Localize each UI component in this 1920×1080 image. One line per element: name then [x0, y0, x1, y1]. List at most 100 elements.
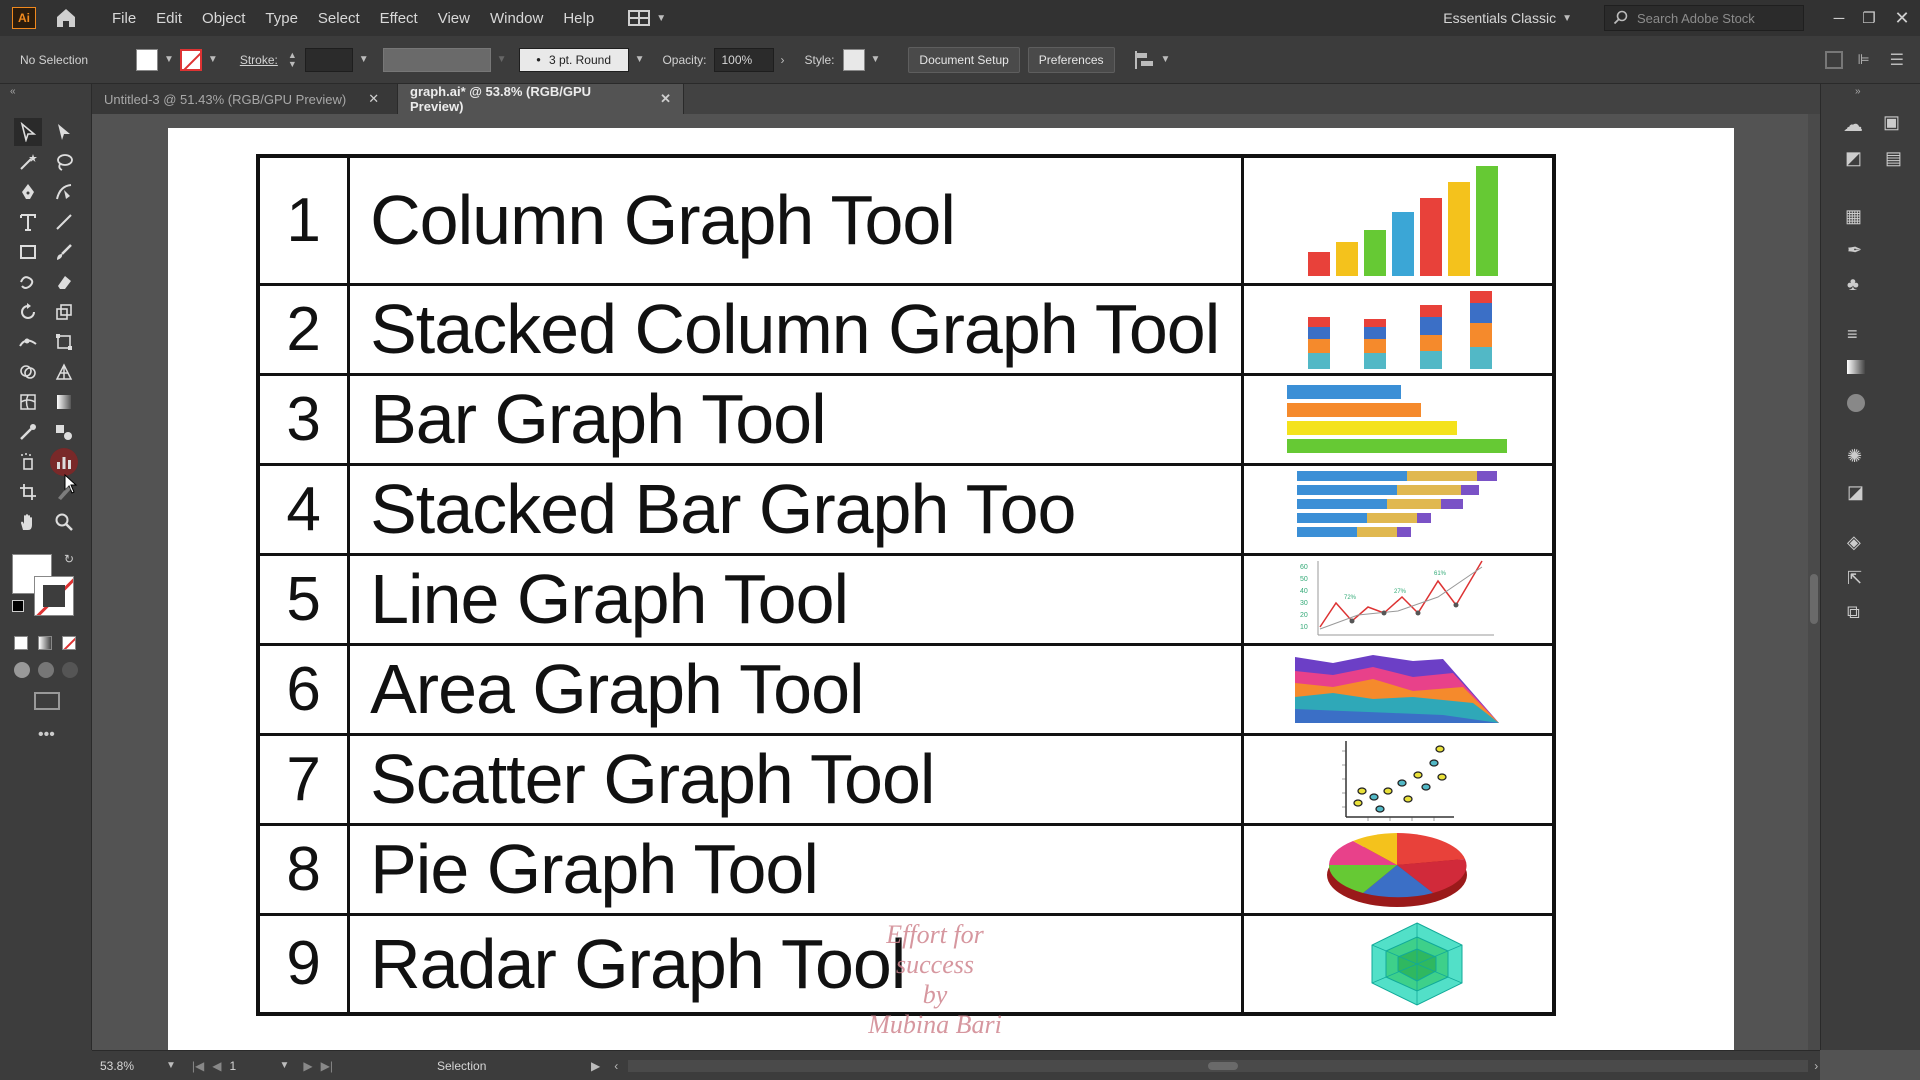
close-icon[interactable]: ✕ [1884, 8, 1920, 29]
last-artboard-icon[interactable]: ▶| [321, 1059, 333, 1073]
horizontal-scrollbar[interactable] [628, 1059, 1809, 1072]
brushes-icon[interactable]: ✒ [1847, 240, 1862, 261]
collapse-icon[interactable]: « [10, 86, 16, 97]
transparency-icon[interactable] [1847, 394, 1865, 412]
stock-search[interactable]: Search Adobe Stock [1604, 5, 1804, 31]
export-icon[interactable]: ⇱ [1847, 568, 1862, 589]
line-segment-tool-icon[interactable] [50, 208, 78, 236]
perspective-grid-tool-icon[interactable] [50, 358, 78, 386]
libraries-icon[interactable]: ☁ [1843, 112, 1867, 136]
panel-menu-icon[interactable]: ☰ [1890, 50, 1904, 70]
zoom-tool-icon[interactable] [50, 508, 78, 536]
paintbrush-tool-icon[interactable] [50, 238, 78, 266]
search-input[interactable]: Search Adobe Stock [1637, 11, 1755, 26]
pen-tool-icon[interactable] [14, 178, 42, 206]
color-guide-icon[interactable]: ◩ [1845, 148, 1862, 169]
symbol-sprayer-tool-icon[interactable] [14, 448, 42, 476]
properties-icon[interactable]: ▣ [1883, 112, 1907, 136]
symbols-icon[interactable]: ♣ [1847, 274, 1859, 295]
chevron-down-icon[interactable]: ▼ [280, 1060, 290, 1071]
menu-type[interactable]: Type [255, 10, 308, 27]
scrollbar-thumb[interactable] [1810, 574, 1818, 624]
shaper-tool-icon[interactable] [14, 268, 42, 296]
align-icon[interactable] [1134, 50, 1155, 70]
gradient-panel-icon[interactable] [1847, 360, 1865, 374]
menu-file[interactable]: File [102, 10, 146, 27]
variable-width-profile[interactable] [382, 47, 491, 72]
close-icon[interactable]: ✕ [660, 91, 671, 107]
hand-tool-icon[interactable] [14, 508, 42, 536]
zoom-field[interactable]: 53.8% [100, 1059, 160, 1073]
chevron-down-icon[interactable]: ▼ [166, 1060, 176, 1071]
graphic-styles-icon[interactable]: ◪ [1847, 482, 1864, 503]
workspace-switcher[interactable]: Essentials Classic ▼ [1443, 10, 1578, 26]
shape-builder-tool-icon[interactable] [14, 358, 42, 386]
stroke-weight-stepper[interactable]: ▲ ▼ [288, 50, 297, 69]
swap-colors-icon[interactable]: ↻ [64, 552, 74, 566]
chevron-right-icon[interactable]: › [780, 53, 784, 67]
fill-swatch[interactable] [136, 48, 158, 71]
minimize-icon[interactable]: ─ [1824, 10, 1854, 27]
chevron-down-icon[interactable]: ▼ [208, 54, 218, 65]
menu-view[interactable]: View [428, 10, 480, 27]
stroke-panel-icon[interactable]: ≡ [1847, 324, 1858, 345]
vertical-scrollbar[interactable] [1808, 114, 1820, 1050]
home-icon[interactable] [54, 6, 78, 30]
close-icon[interactable]: ✕ [368, 91, 379, 107]
arrange-panel-icon[interactable] [1825, 50, 1844, 69]
rectangle-tool-icon[interactable] [14, 238, 42, 266]
chevron-down-icon[interactable]: ▼ [164, 54, 174, 65]
rotate-tool-icon[interactable] [14, 298, 42, 326]
tab-untitled-3[interactable]: Untitled-3 @ 51.43% (RGB/GPU Preview) ✕ [92, 84, 398, 114]
curvature-tool-icon[interactable] [50, 178, 78, 206]
transform-panel-icon[interactable]: ⊫ [1857, 51, 1869, 68]
direct-selection-tool-icon[interactable] [50, 118, 78, 146]
screen-mode-icon[interactable] [34, 692, 60, 710]
restore-icon[interactable]: ❐ [1854, 9, 1884, 27]
chevron-down-icon[interactable]: ▼ [635, 54, 645, 65]
collapse-icon[interactable]: » [1855, 86, 1861, 97]
eraser-tool-icon[interactable] [50, 268, 78, 296]
chevron-down-icon[interactable]: ▼ [871, 54, 881, 65]
menu-edit[interactable]: Edit [146, 10, 192, 27]
column-graph-tool-icon[interactable] [50, 448, 78, 476]
stroke-weight-field[interactable] [304, 47, 353, 72]
none-mode-icon[interactable] [62, 636, 76, 650]
draw-behind-icon[interactable] [38, 662, 54, 678]
status-menu-arrow-icon[interactable]: ▶ [591, 1059, 600, 1073]
brush-definition[interactable]: ● 3 pt. Round [518, 47, 629, 72]
style-swatch[interactable] [842, 48, 865, 71]
menu-help[interactable]: Help [553, 10, 604, 27]
scrollbar-thumb[interactable] [1208, 1061, 1239, 1070]
app-logo[interactable]: Ai [12, 7, 36, 29]
edit-toolbar-icon[interactable]: ••• [38, 726, 55, 744]
draw-mode-icon[interactable] [14, 662, 30, 678]
width-tool-icon[interactable] [14, 328, 42, 356]
type-tool-icon[interactable] [14, 208, 42, 236]
scroll-left-icon[interactable]: ‹ [614, 1059, 618, 1073]
stroke-color-swatch[interactable] [34, 576, 74, 616]
gradient-mode-icon[interactable] [38, 636, 52, 650]
chevron-down-icon[interactable]: ▼ [497, 54, 507, 65]
free-transform-tool-icon[interactable] [50, 328, 78, 356]
scale-tool-icon[interactable] [50, 298, 78, 326]
blend-tool-icon[interactable] [50, 418, 78, 446]
eyedropper-tool-icon[interactable] [14, 418, 42, 446]
default-colors-icon[interactable] [12, 600, 24, 612]
layers-icon[interactable]: ◈ [1847, 532, 1861, 553]
opacity-field[interactable]: 100% [714, 47, 775, 72]
lasso-tool-icon[interactable] [50, 148, 78, 176]
menu-object[interactable]: Object [192, 10, 255, 27]
appearance-icon[interactable]: ✺ [1847, 446, 1862, 467]
preferences-button[interactable]: Preferences [1027, 46, 1115, 73]
menu-window[interactable]: Window [480, 10, 553, 27]
artboard-tool-icon[interactable] [14, 478, 42, 506]
gradient-tool-icon[interactable] [50, 388, 78, 416]
previous-artboard-icon[interactable]: ◀ [212, 1059, 221, 1073]
artboard-number-field[interactable]: 1 [230, 1059, 274, 1073]
menu-select[interactable]: Select [308, 10, 370, 27]
stroke-swatch[interactable] [179, 48, 202, 71]
scroll-right-icon[interactable]: › [1814, 1059, 1818, 1073]
color-mode-icon[interactable] [14, 636, 28, 650]
swatches-icon[interactable]: ▦ [1845, 206, 1862, 227]
